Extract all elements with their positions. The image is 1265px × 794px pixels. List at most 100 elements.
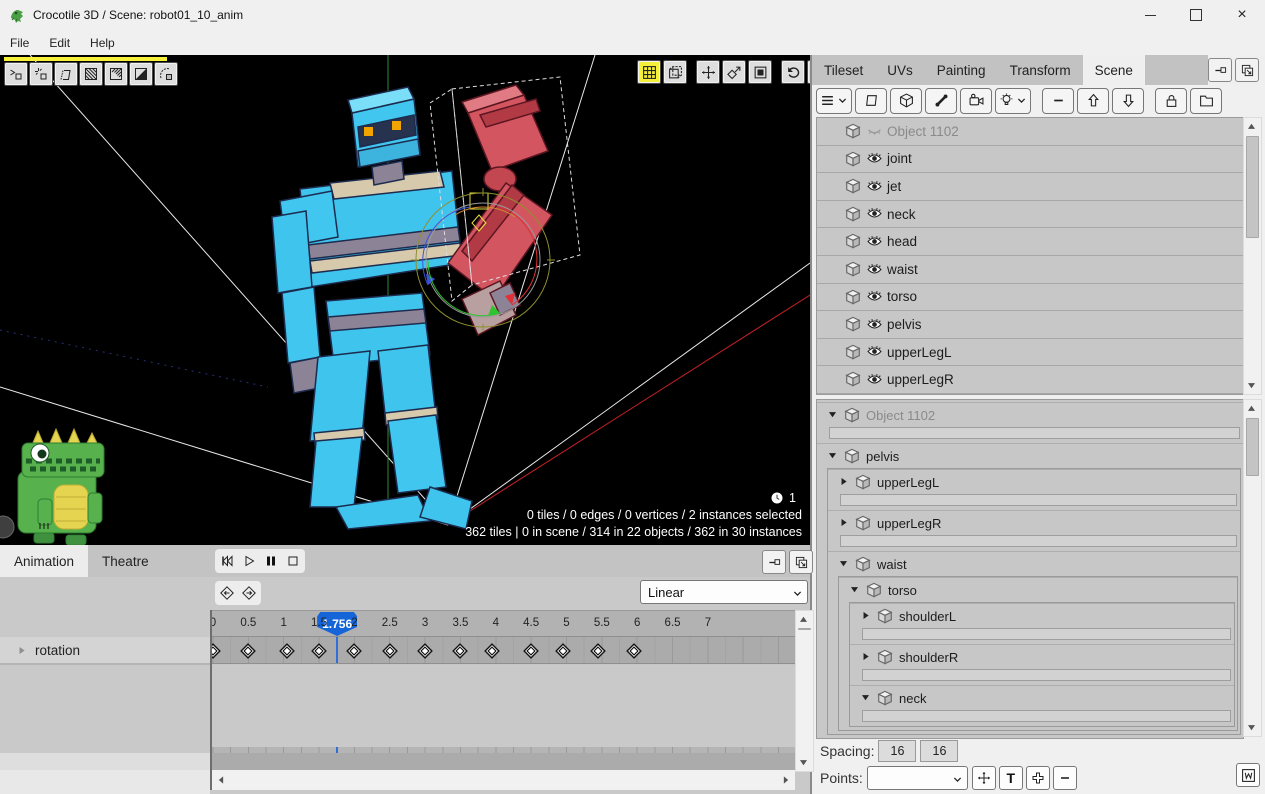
spacing-x-field[interactable]: 16	[878, 740, 916, 762]
keyframe-icon[interactable]	[555, 642, 571, 660]
interpolation-select[interactable]: Linear	[640, 580, 808, 604]
scroll-down-icon[interactable]	[796, 755, 811, 770]
uv-transfer-icon[interactable]	[722, 60, 746, 84]
pattern-fill-icon[interactable]	[79, 62, 103, 86]
move-up-icon[interactable]	[1077, 88, 1109, 114]
camera-tool-icon[interactable]	[960, 88, 992, 114]
tab-painting[interactable]: Painting	[925, 55, 998, 85]
points-select[interactable]	[867, 766, 968, 790]
scroll-up-icon[interactable]	[1244, 119, 1259, 134]
expand-icon[interactable]	[838, 514, 849, 532]
scene-item-upperlegr[interactable]: upperLegR	[817, 366, 1243, 394]
visible-eye-icon[interactable]	[867, 260, 882, 278]
light-menu-icon[interactable]	[995, 88, 1031, 114]
visible-eye-icon[interactable]	[867, 343, 882, 361]
grid-snap-icon[interactable]	[637, 60, 661, 84]
move-down-icon[interactable]	[1112, 88, 1144, 114]
remove-point-icon[interactable]	[1053, 766, 1077, 790]
menu-help[interactable]: Help	[80, 32, 125, 54]
scene-item-pelvis[interactable]: pelvis	[817, 311, 1243, 339]
spacing-y-field[interactable]: 16	[920, 740, 958, 762]
split-tiles-icon[interactable]	[29, 62, 53, 86]
tab-theatre[interactable]: Theatre	[88, 545, 163, 577]
collapse-icon[interactable]	[849, 581, 860, 599]
visible-eye-icon[interactable]	[867, 177, 882, 195]
rotate-tile-icon[interactable]	[154, 62, 178, 86]
expand-icon[interactable]	[860, 648, 871, 666]
keyframe-icon[interactable]	[279, 642, 295, 660]
collapse-icon[interactable]	[827, 447, 838, 465]
w-panel-icon[interactable]	[1236, 763, 1260, 787]
hidden-eye-icon[interactable]	[867, 122, 882, 140]
scene-item-object-1102[interactable]: Object 1102	[817, 118, 1243, 146]
bone-tool-icon[interactable]	[925, 88, 957, 114]
burst-fill-icon[interactable]	[104, 62, 128, 86]
tree-item-upperlegl[interactable]: upperLegL	[828, 470, 1240, 494]
scroll-thumb[interactable]	[798, 628, 811, 630]
scroll-up-icon[interactable]	[1244, 401, 1259, 416]
keyframe-strip[interactable]	[210, 637, 795, 664]
scene-item-joint[interactable]: joint	[817, 146, 1243, 174]
next-keyframe-icon[interactable]	[239, 583, 259, 603]
tree-item-waist[interactable]: waist	[828, 552, 1240, 576]
keyframe-icon[interactable]	[452, 642, 468, 660]
menu-edit[interactable]: Edit	[39, 32, 80, 54]
visible-eye-icon[interactable]	[867, 315, 882, 333]
channel-name-cell[interactable]: rotation	[0, 637, 210, 664]
scroll-down-icon[interactable]	[1244, 720, 1259, 735]
draw-shape-icon[interactable]	[54, 62, 78, 86]
viewport-3d[interactable]: 1 0 tiles / 0 edges / 0 vertices / 2 ins…	[0, 55, 810, 545]
move-points-icon[interactable]	[972, 766, 996, 790]
scroll-right-icon[interactable]	[781, 771, 791, 789]
layout-panels-icon[interactable]	[1235, 58, 1259, 82]
merge-tiles-icon[interactable]	[4, 62, 28, 86]
prev-keyframe-icon[interactable]	[217, 583, 237, 603]
timeline-ruler[interactable]: 1.756 00.511.522.533.544.555.566.57	[0, 610, 795, 637]
pause-icon[interactable]	[261, 551, 281, 571]
scene-item-upperlegl[interactable]: upperLegL	[817, 339, 1243, 367]
keyframe-icon[interactable]	[346, 642, 362, 660]
undock-panel-icon[interactable]	[762, 550, 786, 574]
expand-icon[interactable]	[16, 643, 27, 658]
expand-icon[interactable]	[860, 607, 871, 625]
expand-icon[interactable]	[838, 473, 849, 491]
visible-eye-icon[interactable]	[867, 288, 882, 306]
tab-uvs[interactable]: UVs	[875, 55, 925, 85]
undock-panel-icon[interactable]	[1208, 58, 1232, 82]
collapse-icon[interactable]	[860, 689, 871, 707]
close-button[interactable]: ×	[1219, 0, 1265, 30]
tab-tileset[interactable]: Tileset	[812, 55, 875, 85]
keyframe-icon[interactable]	[417, 642, 433, 660]
scene-item-torso[interactable]: torso	[817, 284, 1243, 312]
tree-item-pelvis[interactable]: pelvis	[817, 444, 1243, 468]
scroll-down-icon[interactable]	[1244, 378, 1259, 393]
scene-item-jet[interactable]: jet	[817, 173, 1243, 201]
tree-item-neck[interactable]: neck	[850, 686, 1234, 710]
scene-item-waist[interactable]: waist	[817, 256, 1243, 284]
axis-move-icon[interactable]	[696, 60, 720, 84]
tree-item-object-1102[interactable]: Object 1102	[817, 403, 1243, 427]
visible-eye-icon[interactable]	[867, 233, 882, 251]
keyframe-icon[interactable]	[311, 642, 327, 660]
tree-item-upperlegr[interactable]: upperLegR	[828, 511, 1240, 535]
keyframe-icon[interactable]	[626, 642, 642, 660]
cube-tool-icon[interactable]	[890, 88, 922, 114]
tree-item-shoulderr[interactable]: shoulderR	[850, 645, 1234, 669]
keyframe-icon[interactable]	[240, 642, 256, 660]
diagonal-fill-icon[interactable]	[129, 62, 153, 86]
maximize-button[interactable]	[1173, 0, 1219, 30]
play-icon[interactable]	[239, 551, 259, 571]
open-group-icon[interactable]	[1190, 88, 1222, 114]
tab-transform[interactable]: Transform	[998, 55, 1083, 85]
keyframe-icon[interactable]	[523, 642, 539, 660]
keyframe-icon[interactable]	[484, 642, 500, 660]
menu-file[interactable]: File	[0, 32, 39, 54]
timeline-hscrollbar[interactable]	[212, 770, 795, 790]
text-tool-icon[interactable]: T	[999, 766, 1023, 790]
minimize-button[interactable]	[1127, 0, 1173, 30]
remove-object-icon[interactable]	[1042, 88, 1074, 114]
options-menu-icon[interactable]	[816, 88, 852, 114]
tab-scene[interactable]: Scene	[1083, 55, 1145, 85]
scroll-up-icon[interactable]	[796, 612, 811, 627]
visible-eye-icon[interactable]	[867, 205, 882, 223]
